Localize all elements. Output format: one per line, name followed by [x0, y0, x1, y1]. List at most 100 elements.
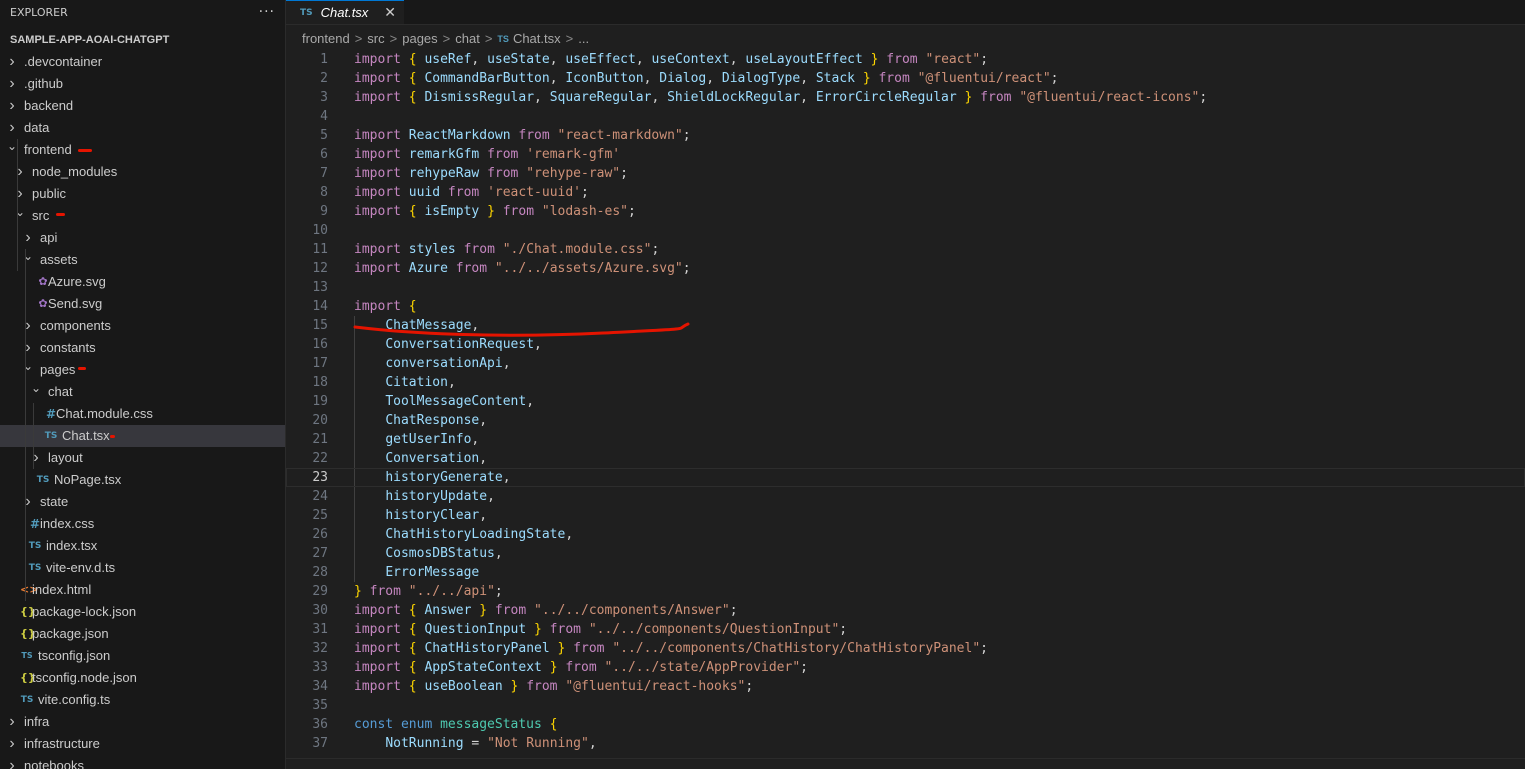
code-token: from [541, 622, 589, 637]
tree-item-label: constants [40, 340, 96, 355]
more-actions-icon[interactable]: ··· [259, 4, 275, 20]
code-token: ChatHistoryPanel [424, 641, 558, 656]
code-line[interactable]: 28 ErrorMessage [286, 563, 1525, 582]
code-line[interactable]: 21 getUserInfo, [286, 430, 1525, 449]
folder-item-api[interactable]: › api [0, 227, 285, 249]
close-icon[interactable]: ✕ [384, 5, 396, 21]
folder-item-chat[interactable]: ⌄ chat [0, 381, 285, 403]
folder-item-notebooks[interactable]: › notebooks [0, 755, 285, 769]
horizontal-scrollbar[interactable] [286, 758, 1525, 769]
code-line[interactable]: 36 const enum messageStatus { [286, 715, 1525, 734]
file-item-index-html[interactable]: <> index.html [0, 579, 285, 601]
code-line[interactable]: 20 ChatResponse, [286, 411, 1525, 430]
code-line[interactable]: 33 import { AppStateContext } from "../..… [286, 658, 1525, 677]
chevron-right-icon: › [9, 97, 15, 114]
tab-chat-tsx[interactable]: TS Chat.tsx ✕ [286, 0, 404, 24]
folder-item-devcontainer[interactable]: › .devcontainer [0, 51, 285, 73]
code-line[interactable]: 18 Citation, [286, 373, 1525, 392]
code-line[interactable]: 7 import rehypeRaw from "rehype-raw"; [286, 164, 1525, 183]
file-item-azure-svg[interactable]: ✿ Azure.svg [0, 271, 285, 293]
folder-item-layout[interactable]: › layout [0, 447, 285, 469]
breadcrumb-item[interactable]: chat [455, 31, 480, 46]
file-item-vite-config-ts[interactable]: TS vite.config.ts [0, 689, 285, 711]
code-line[interactable]: 6 import remarkGfm from 'remark-gfm' [286, 145, 1525, 164]
red-mark-annotation [56, 213, 65, 216]
folder-item-components[interactable]: › components [0, 315, 285, 337]
code-token: conversationApi [385, 356, 503, 371]
breadcrumb-item[interactable]: pages [402, 31, 437, 46]
folder-item-assets[interactable]: ⌄ assets [0, 249, 285, 271]
code-line[interactable]: 2 import { CommandBarButton, IconButton, … [286, 69, 1525, 88]
code-line[interactable]: 35 [286, 696, 1525, 715]
folder-item-infrastructure[interactable]: › infrastructure [0, 733, 285, 755]
breadcrumb-item[interactable]: src [367, 31, 384, 46]
file-item-index-css[interactable]: # index.css [0, 513, 285, 535]
folder-item-frontend[interactable]: ⌄ frontend [0, 139, 285, 161]
code-token: import [354, 128, 409, 143]
file-item-tsconfig-json[interactable]: TS tsconfig.json [0, 645, 285, 667]
code-line[interactable]: 26 ChatHistoryLoadingState, [286, 525, 1525, 544]
folder-item-constants[interactable]: › constants [0, 337, 285, 359]
code-text: import rehypeRaw from "rehype-raw"; [354, 164, 628, 183]
code-line[interactable]: 37 NotRunning = "Not Running", [286, 734, 1525, 753]
folder-item-infra[interactable]: › infra [0, 711, 285, 733]
file-item-chat-module-css[interactable]: # Chat.module.css [0, 403, 285, 425]
code-line[interactable]: 16 ConversationRequest, [286, 335, 1525, 354]
code-line[interactable]: 14 import { [286, 297, 1525, 316]
tree-item-label: Chat.tsx [62, 428, 110, 443]
folder-item-sample-app-aoai-chatgpt[interactable]: SAMPLE-APP-AOAI-CHATGPT [0, 29, 285, 51]
code-token: } [862, 71, 871, 86]
code-line[interactable]: 9 import { isEmpty } from "lodash-es"; [286, 202, 1525, 221]
code-line[interactable]: 4 [286, 107, 1525, 126]
code-line[interactable]: 10 [286, 221, 1525, 240]
code-line[interactable]: 30 import { Answer } from "../../componen… [286, 601, 1525, 620]
folder-item-state[interactable]: › state [0, 491, 285, 513]
code-line[interactable]: 25 historyClear, [286, 506, 1525, 525]
code-line[interactable]: 32 import { ChatHistoryPanel } from "../.… [286, 639, 1525, 658]
code-line[interactable]: 13 [286, 278, 1525, 297]
line-number: 16 [312, 337, 328, 352]
folder-item-backend[interactable]: › backend [0, 95, 285, 117]
code-line[interactable]: 31 import { QuestionInput } from "../../c… [286, 620, 1525, 639]
file-item-vite-env-d-ts[interactable]: TS vite-env.d.ts [0, 557, 285, 579]
tree-item-label: tsconfig.json [38, 648, 111, 663]
folder-item-data[interactable]: › data [0, 117, 285, 139]
folder-item-pages[interactable]: ⌄ pages [0, 359, 285, 381]
folder-item-github[interactable]: › .github [0, 73, 285, 95]
file-item-chat-tsx[interactable]: TS Chat.tsx [0, 425, 285, 447]
file-item-send-svg[interactable]: ✿ Send.svg [0, 293, 285, 315]
code-line[interactable]: 3 import { DismissRegular, SquareRegular,… [286, 88, 1525, 107]
file-item-tsconfig-node-json[interactable]: {} tsconfig.node.json [0, 667, 285, 689]
code-token: , [526, 394, 535, 409]
folder-item-node-modules[interactable]: › node_modules [0, 161, 285, 183]
code-line[interactable]: 23 historyGenerate, [286, 468, 1525, 487]
breadcrumb-symbol[interactable]: ... [578, 31, 589, 46]
code-text: ChatMessage, [354, 316, 479, 335]
code-line[interactable]: 34 import { useBoolean } from "@fluentui/… [286, 677, 1525, 696]
breadcrumb-file[interactable]: Chat.tsx [513, 31, 561, 46]
code-line[interactable]: 17 conversationApi, [286, 354, 1525, 373]
code-line[interactable]: 27 CosmosDBStatus, [286, 544, 1525, 563]
code-line[interactable]: 29} from "../../api"; [286, 582, 1525, 601]
code-token: ; [581, 185, 589, 200]
code-line[interactable]: 24 historyUpdate, [286, 487, 1525, 506]
code-line[interactable]: 15 ChatMessage, [286, 316, 1525, 335]
folder-item-src[interactable]: ⌄ src [0, 205, 285, 227]
file-item-index-tsx[interactable]: TS index.tsx [0, 535, 285, 557]
code-line[interactable]: 22 Conversation, [286, 449, 1525, 468]
code-line[interactable]: 12 import Azure from "../../assets/Azure.… [286, 259, 1525, 278]
file-item-package-json[interactable]: {} package.json [0, 623, 285, 645]
code-line[interactable]: 8 import uuid from 'react-uuid'; [286, 183, 1525, 202]
code-line[interactable]: 1 import { useRef, useState, useEffect, u… [286, 50, 1525, 69]
code-line[interactable]: 11 import styles from "./Chat.module.css"… [286, 240, 1525, 259]
file-item-package-lock-json[interactable]: {} package-lock.json [0, 601, 285, 623]
code-token: } [549, 660, 558, 675]
folder-item-public[interactable]: › public [0, 183, 285, 205]
code-token: "../../api" [408, 584, 495, 599]
code-editor[interactable]: 1 import { useRef, useState, useEffect, u… [286, 50, 1525, 753]
code-line[interactable]: 5 import ReactMarkdown from "react-markdo… [286, 126, 1525, 145]
breadcrumb-item[interactable]: frontend [302, 31, 350, 46]
code-token: { [408, 679, 425, 694]
file-item-nopage-tsx[interactable]: TS NoPage.tsx [0, 469, 285, 491]
code-line[interactable]: 19 ToolMessageContent, [286, 392, 1525, 411]
